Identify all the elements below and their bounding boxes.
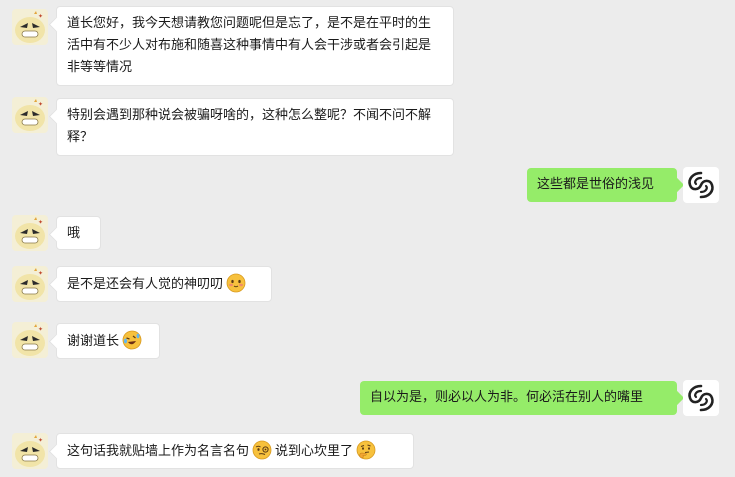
smart-emoji-icon bbox=[252, 440, 272, 460]
message-text: 说到心坎里了 bbox=[275, 444, 354, 459]
daoist-avatar[interactable] bbox=[683, 380, 719, 416]
user-avatar[interactable]: ✦ bbox=[12, 9, 48, 45]
blush-emoji-icon bbox=[226, 273, 246, 293]
svg-text:✦: ✦ bbox=[38, 270, 43, 277]
svg-text:✦: ✦ bbox=[38, 13, 43, 20]
message-text: 道长您好，我今天想请教您问题呢但是忘了，是不是在平时的生活中有不少人对布施和随喜… bbox=[67, 16, 432, 75]
svg-text:✦: ✦ bbox=[38, 437, 43, 444]
message-text: 自以为是，则必以人为非。何必活在别人的嘴里 bbox=[370, 390, 644, 405]
user-avatar[interactable]: ✦ bbox=[12, 266, 48, 302]
message-text: 这些都是世俗的浅见 bbox=[537, 177, 655, 192]
message-bubble[interactable]: 谢谢道长 bbox=[56, 323, 160, 359]
daoist-avatar[interactable] bbox=[683, 167, 719, 203]
thinking-emoji-icon bbox=[356, 440, 376, 460]
message-text: 哦 bbox=[67, 226, 81, 241]
message-bubble[interactable]: 是不是还会有人觉的神叨叨 bbox=[56, 266, 272, 302]
message-text: 是不是还会有人觉的神叨叨 bbox=[67, 277, 224, 292]
message-bubble[interactable]: 特别会遇到那种说会被骗呀啥的，这种怎么整呢？不闻不问不解释？ bbox=[56, 98, 454, 156]
svg-text:✦: ✦ bbox=[38, 101, 43, 108]
svg-text:✦: ✦ bbox=[38, 219, 43, 226]
message-text: 这句话我就贴墙上作为名言名句 bbox=[67, 444, 250, 459]
message-text: 谢谢道长 bbox=[67, 334, 120, 349]
message-bubble[interactable]: 这句话我就贴墙上作为名言名句 说到心坎里了 bbox=[56, 433, 414, 469]
user-avatar[interactable]: ✦ bbox=[12, 97, 48, 133]
laughing-tears-emoji-icon bbox=[122, 330, 142, 350]
message-bubble[interactable]: 道长您好，我今天想请教您问题呢但是忘了，是不是在平时的生活中有不少人对布施和随喜… bbox=[56, 6, 454, 86]
message-bubble[interactable]: 哦 bbox=[56, 216, 101, 250]
message-bubble[interactable]: 这些都是世俗的浅见 bbox=[527, 168, 677, 202]
svg-text:✦: ✦ bbox=[38, 326, 43, 333]
user-avatar[interactable]: ✦ bbox=[12, 215, 48, 251]
message-bubble[interactable]: 自以为是，则必以人为非。何必活在别人的嘴里 bbox=[360, 381, 677, 415]
user-avatar[interactable]: ✦ bbox=[12, 433, 48, 469]
user-avatar[interactable]: ✦ bbox=[12, 322, 48, 358]
message-text: 特别会遇到那种说会被骗呀啥的，这种怎么整呢？不闻不问不解释？ bbox=[67, 108, 432, 145]
